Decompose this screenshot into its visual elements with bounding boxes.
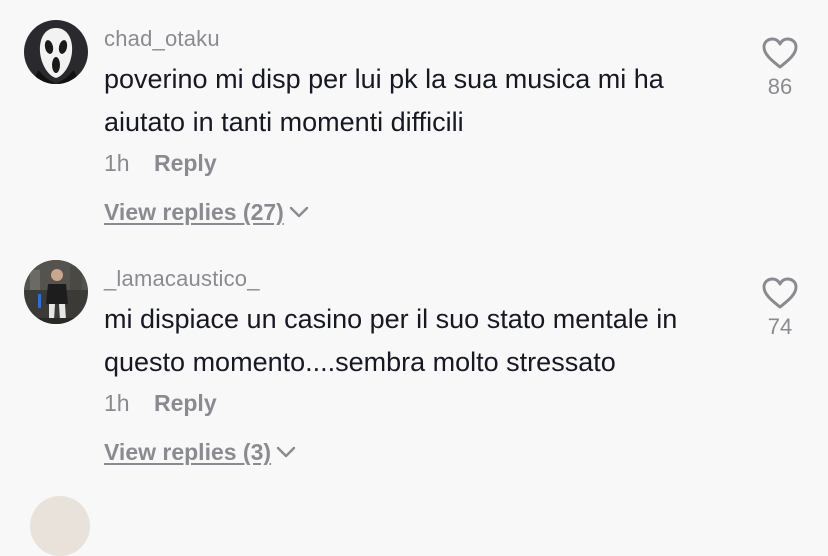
comment-text: mi dispiace un casino per il suo stato m… (104, 304, 678, 377)
comment-time: 1h (104, 150, 130, 176)
avatar[interactable] (30, 496, 90, 556)
comment-item: _lamacaustico_ mi dispiace un casino per… (0, 240, 828, 480)
reply-button[interactable]: Reply (154, 150, 217, 176)
heart-outline-icon (762, 277, 798, 309)
like-button[interactable]: 86 (754, 36, 806, 100)
avatar[interactable] (24, 20, 88, 84)
view-replies-button[interactable]: View replies (3) (104, 439, 297, 466)
chevron-down-icon (289, 206, 309, 218)
view-replies-button[interactable]: View replies (27) (104, 199, 310, 226)
comment-meta: 1h Reply (104, 390, 217, 417)
comment-meta: 1h Reply (104, 150, 217, 177)
view-replies-label: View replies (27) (104, 199, 284, 225)
reply-button[interactable]: Reply (154, 390, 217, 416)
comment-item: chad_otaku poverino mi disp per lui pk l… (0, 0, 828, 240)
like-count: 74 (767, 314, 793, 339)
heart-outline-icon (762, 37, 798, 69)
comment-time: 1h (104, 390, 130, 416)
like-button[interactable]: 74 (754, 276, 806, 340)
ghostface-mask-icon (24, 20, 88, 84)
person-photo-icon (24, 260, 88, 324)
chevron-down-icon (276, 446, 296, 458)
like-count: 86 (767, 74, 793, 99)
view-replies-label: View replies (3) (104, 439, 272, 465)
avatar[interactable] (24, 260, 88, 324)
comment-text: poverino mi disp per lui pk la sua music… (104, 64, 664, 137)
comment-username[interactable]: chad_otaku (104, 26, 220, 52)
comment-username[interactable]: _lamacaustico_ (104, 266, 260, 292)
